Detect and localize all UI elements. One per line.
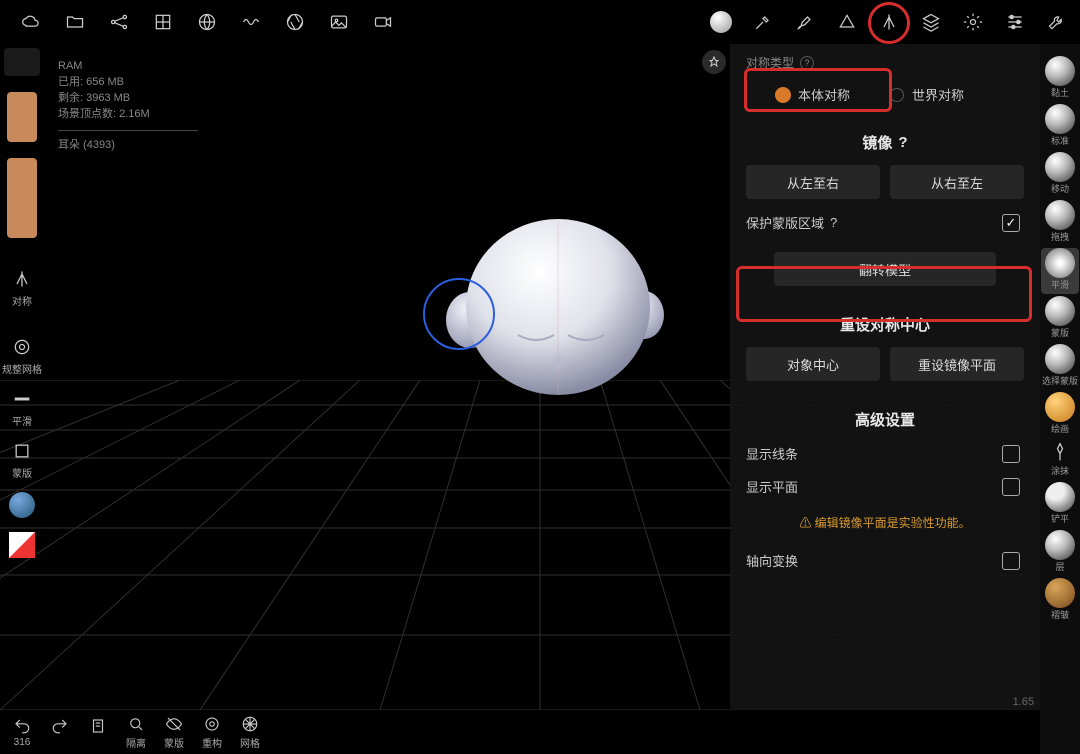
left-stub[interactable]	[4, 48, 40, 76]
smooth-side-button[interactable]: 平滑	[2, 388, 42, 428]
mirror-rtl-button[interactable]: 从右至左	[890, 165, 1024, 199]
reset-heading: 重设对称中心	[746, 314, 1024, 335]
axis-swap-label: 轴向变换	[746, 551, 798, 570]
brush-select-mask[interactable]: 选择蒙版	[1041, 344, 1079, 390]
ram-used: 已用: 656 MB	[58, 74, 198, 90]
reset-plane-button[interactable]: 重设镜像平面	[890, 347, 1024, 381]
globe-icon[interactable]	[196, 11, 218, 33]
pin-panel-button[interactable]	[702, 50, 726, 74]
history-button[interactable]	[88, 716, 108, 748]
image-icon[interactable]	[328, 11, 350, 33]
wave-icon[interactable]	[240, 11, 262, 33]
vertex-count: 场景顶点数: 2.16M	[58, 106, 198, 122]
paintbrush-icon[interactable]	[794, 11, 816, 33]
isolate-button[interactable]: 隔离	[126, 714, 146, 750]
radio-local-symmetry[interactable]: 本体对称	[776, 85, 850, 104]
folder-icon[interactable]	[64, 11, 86, 33]
brush-drag[interactable]: 拖拽	[1041, 200, 1079, 246]
cloud-icon[interactable]	[20, 11, 42, 33]
color-swatch-2[interactable]	[7, 158, 37, 238]
brush-clay[interactable]: 黏土	[1041, 56, 1079, 102]
brush-flatten[interactable]: 铲平	[1041, 482, 1079, 528]
color-diag[interactable]	[2, 532, 42, 558]
symmetry-panel: 对称类型? 本体对称 世界对称 镜像? 从左至右 从右至左 保护蒙版区域? 翻转…	[730, 44, 1040, 710]
radio-world-symmetry[interactable]: 世界对称	[890, 85, 964, 104]
layers-icon[interactable]	[920, 11, 942, 33]
ram-label: RAM	[58, 58, 198, 74]
brush-crease[interactable]: 褶皱	[1041, 578, 1079, 624]
experimental-warning: ⚠ 编辑镜像平面是实验性功能。	[746, 514, 1024, 531]
help-icon[interactable]: ?	[800, 56, 814, 70]
protect-mask-label: 保护蒙版区域	[746, 213, 824, 232]
selection-info: 耳朵 (4393)	[58, 137, 198, 153]
video-icon[interactable]	[372, 11, 394, 33]
brush-mask[interactable]: 蒙版	[1041, 296, 1079, 342]
gear-icon[interactable]	[962, 11, 984, 33]
show-lines-label: 显示线条	[746, 444, 798, 463]
corner-number: 1.65	[1013, 696, 1034, 708]
symmetry-side-button[interactable]: 对称	[2, 268, 42, 308]
left-toolbar: 对称 规整网格 平滑 蒙版	[0, 44, 44, 710]
stats-overlay: RAM 已用: 656 MB 剩余: 3963 MB 场景顶点数: 2.16M …	[58, 58, 198, 153]
color-swatch-1[interactable]	[7, 92, 37, 142]
help-icon[interactable]: ?	[830, 215, 837, 230]
brush-move[interactable]: 移动	[1041, 152, 1079, 198]
mask-bottom-button[interactable]: 蒙版	[164, 714, 184, 750]
undo-button[interactable]: 316	[12, 716, 32, 748]
adv-heading: 高级设置	[746, 409, 1024, 430]
shape-icon[interactable]	[836, 11, 858, 33]
show-plane-checkbox[interactable]	[1002, 478, 1020, 496]
show-lines-checkbox[interactable]	[1002, 445, 1020, 463]
material-ball[interactable]	[2, 492, 42, 518]
brush-standard[interactable]: 标准	[1041, 104, 1079, 150]
mask-side-button[interactable]: 蒙版	[2, 440, 42, 480]
adjust-mesh-button[interactable]: 规整网格	[2, 336, 42, 376]
brush-layer[interactable]: 层	[1041, 530, 1079, 576]
mesh-button[interactable]: 网格	[240, 714, 260, 750]
selection-indicator	[423, 278, 495, 350]
network-icon[interactable]	[108, 11, 130, 33]
ram-free: 剩余: 3963 MB	[58, 90, 198, 106]
help-icon[interactable]: ?	[898, 134, 907, 151]
brush-smooth[interactable]: 平滑	[1041, 248, 1079, 294]
object-center-button[interactable]: 对象中心	[746, 347, 880, 381]
mirror-ltr-button[interactable]: 从左至右	[746, 165, 880, 199]
aperture-icon[interactable]	[284, 11, 306, 33]
eyedropper-icon[interactable]	[752, 11, 774, 33]
model-head[interactable]	[440, 215, 670, 415]
top-toolbar	[0, 0, 1080, 44]
bottom-toolbar: 316 隔离 蒙版 重构 网格	[0, 710, 1080, 754]
wrench-icon[interactable]	[1046, 11, 1068, 33]
rebuild-button[interactable]: 重构	[202, 714, 222, 750]
flip-model-button[interactable]: 翻转模型	[774, 252, 996, 286]
protect-mask-checkbox[interactable]	[1002, 214, 1020, 232]
brush-toolbar: 黏土 标准 移动 拖拽 平滑 蒙版 选择蒙版 绘画 涂抹 铲平 层 褶皱	[1040, 44, 1080, 754]
grid-icon[interactable]	[152, 11, 174, 33]
brush-paint[interactable]: 绘画	[1041, 392, 1079, 438]
show-plane-label: 显示平面	[746, 477, 798, 496]
mirror-heading: 镜像?	[746, 132, 1024, 153]
section-type: 对称类型?	[746, 54, 1024, 71]
redo-button[interactable]	[50, 716, 70, 748]
brush-smudge[interactable]: 涂抹	[1041, 440, 1079, 480]
axis-swap-checkbox[interactable]	[1002, 552, 1020, 570]
symmetry-icon[interactable]	[878, 11, 900, 33]
sliders-icon[interactable]	[1004, 11, 1026, 33]
brushball-icon[interactable]	[710, 11, 732, 33]
